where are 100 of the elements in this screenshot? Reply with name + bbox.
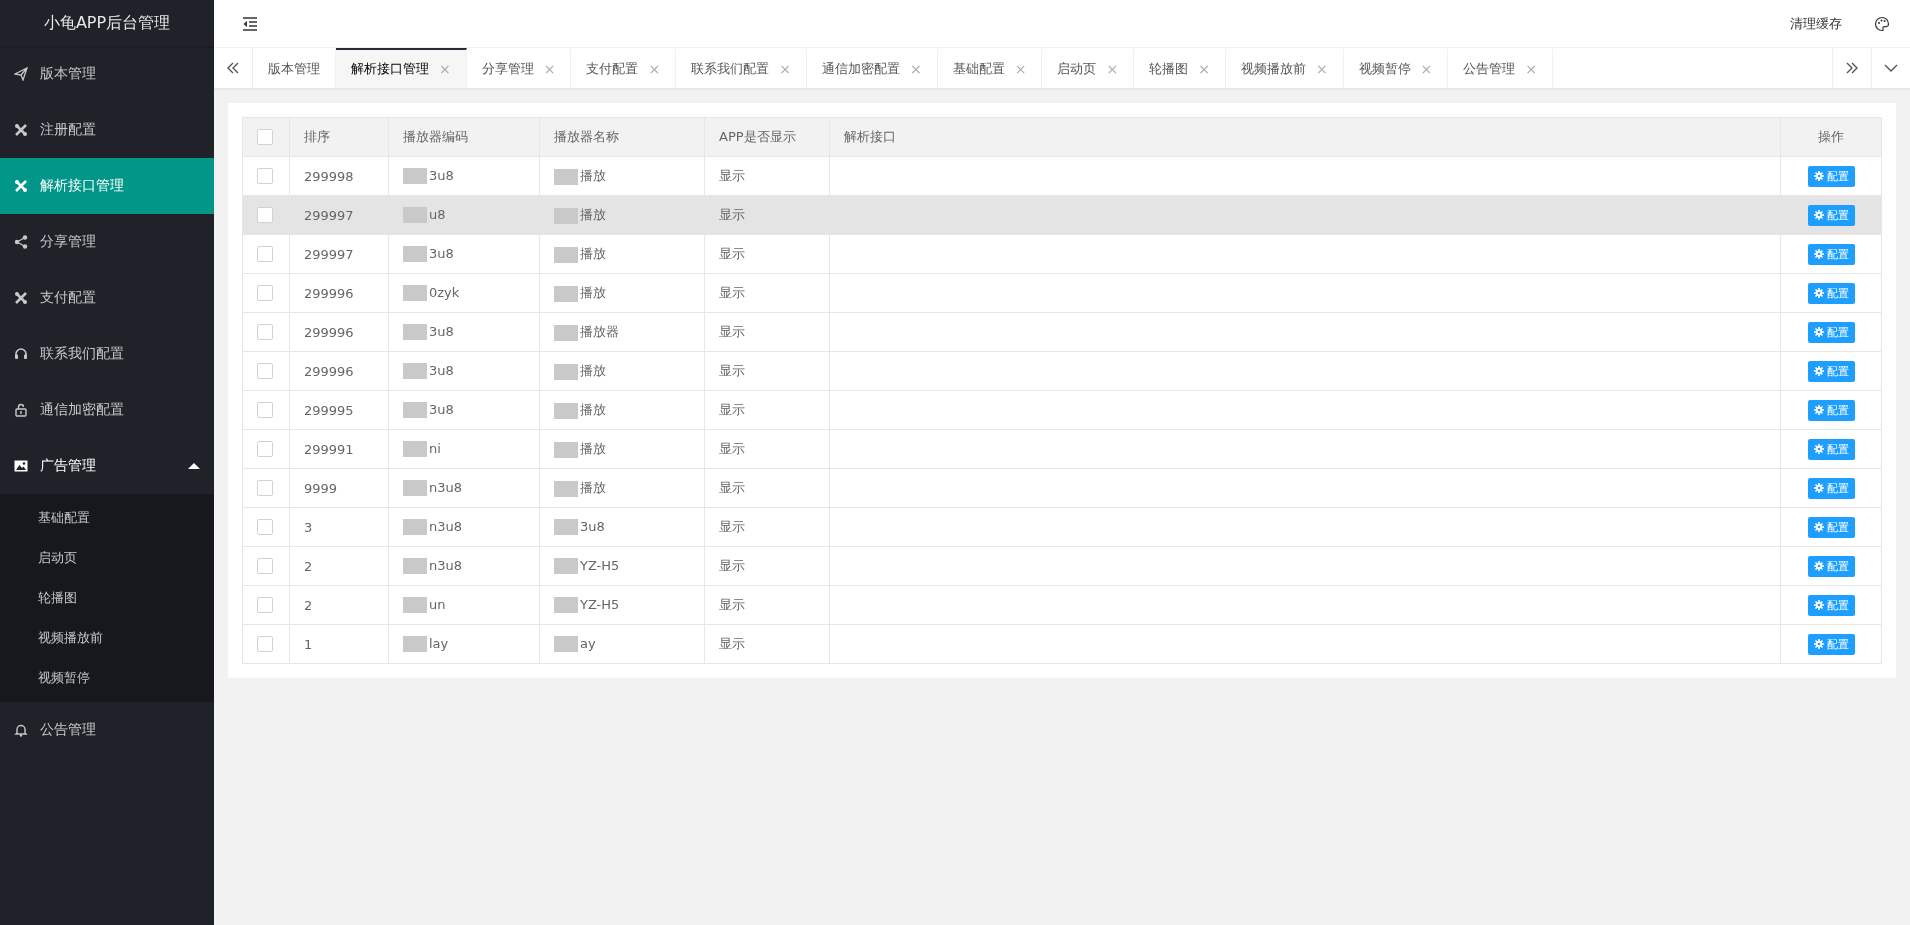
tab[interactable]: 视频播放前 × [1225,48,1344,88]
table-cell: 0zyk [429,284,460,300]
sidebar-item[interactable]: 分享管理 [0,214,214,270]
table-row[interactable]: 2 un YZ-H5 显示 配置 [242,585,1882,625]
double-chevron-left-icon [226,61,240,75]
table-cell: 299996 [289,312,389,352]
table-cell: 299995 [289,390,389,430]
checkbox[interactable] [257,246,273,262]
tab[interactable]: 解析接口管理 × [336,48,467,88]
table-row[interactable]: 3 n3u8 3u8 显示 配置 [242,507,1882,547]
sidebar-item[interactable]: 支付配置 [0,270,214,326]
table-cell: 显示 [704,585,830,625]
table-cell: 播放 [580,207,606,222]
table-cell: 3u8 [429,245,454,261]
sidebar-subitem[interactable]: 启动页 [0,538,214,578]
table-row[interactable]: 299991 ni 播放 显示 配置 [242,429,1882,469]
palette-icon[interactable] [1874,15,1890,32]
sidebar-item[interactable]: 通信加密配置 [0,382,214,438]
redaction-mark [403,480,427,497]
checkbox[interactable] [257,207,273,223]
table-row[interactable]: 299998 3u8 播放 显示 配置 [242,156,1882,196]
sidebar-item[interactable]: 广告管理 [0,438,214,494]
checkbox[interactable] [257,129,273,145]
tab[interactable]: 基础配置 × [937,48,1043,88]
checkbox[interactable] [257,324,273,340]
table-row[interactable]: 299996 3u8 播放器 显示 配置 [242,312,1882,352]
tab[interactable]: 联系我们配置 × [676,48,807,88]
clear-cache-link[interactable]: 清理缓存 [1790,14,1842,33]
gear-icon [1813,444,1824,454]
sidebar-subitem[interactable]: 基础配置 [0,498,214,538]
sidebar-subitem[interactable]: 轮播图 [0,578,214,618]
checkbox[interactable] [257,636,273,652]
table-cell: 2 [289,585,389,625]
table-cell: 播放 [580,363,606,378]
tab[interactable]: 分享管理 × [466,48,572,88]
table-cell: ay [580,635,596,651]
sidebar-subitem[interactable]: 视频暂停 [0,658,214,698]
table-cell: 2 [289,546,389,586]
sidebar-item[interactable]: 联系我们配置 [0,326,214,382]
checkbox[interactable] [257,519,273,535]
tab[interactable]: 视频暂停 × [1343,48,1449,88]
column-header: 解析接口 [829,117,1781,157]
sidebar-item[interactable]: 解析接口管理 [0,158,214,214]
gear-icon [1813,522,1824,532]
tab[interactable]: 轮播图 × [1134,48,1226,88]
menu-icon[interactable] [242,16,258,31]
checkbox[interactable] [257,597,273,613]
gear-icon [1813,483,1824,493]
table-cell: 299996 [289,273,389,313]
table-cell: un [429,596,446,612]
tools-icon [14,123,28,137]
redaction-mark [554,285,578,302]
checkbox[interactable] [257,558,273,574]
checkbox[interactable] [257,402,273,418]
table-cell: 播放 [580,441,606,456]
tab[interactable]: 公告管理 × [1448,48,1554,88]
checkbox[interactable] [257,480,273,496]
checkbox[interactable] [257,168,273,184]
redaction-mark [403,402,427,419]
gear-icon [1813,561,1824,571]
redaction-mark [403,324,427,341]
table-cell: 299997 [289,234,389,274]
redaction-mark [403,363,427,380]
bell-icon [14,723,28,737]
redaction-mark [403,246,427,263]
sidebar-item[interactable]: 版本管理 [0,46,214,102]
table-row[interactable]: 1 lay ay 显示 配置 [242,624,1882,664]
table-row[interactable]: 299996 0zyk 播放 显示 配置 [242,273,1882,313]
table-row[interactable]: 299997 3u8 播放 显示 配置 [242,234,1882,274]
redaction-mark [403,597,427,614]
table-row[interactable]: 9999 n3u8 播放 显示 配置 [242,468,1882,508]
redaction-mark [403,519,427,536]
redaction-mark [554,441,578,458]
gear-icon [1813,171,1824,181]
sidebar-item[interactable]: 公告管理 [0,702,214,758]
table-cell: 显示 [704,468,830,508]
table-row[interactable]: 299995 3u8 播放 显示 配置 [242,390,1882,430]
table-row[interactable]: 2 n3u8 YZ-H5 显示 配置 [242,546,1882,586]
gear-icon [1813,405,1824,415]
redaction-mark [554,207,578,224]
checkbox[interactable] [257,285,273,301]
send-icon [14,67,28,81]
table-row[interactable]: 299996 3u8 播放 显示 配置 [242,351,1882,391]
table-cell: 299991 [289,429,389,469]
app-title: 小龟APP后台管理 [0,0,214,46]
column-header: 播放器编码 [388,117,540,157]
sidebar-item[interactable]: 注册配置 [0,102,214,158]
tab[interactable]: 支付配置 × [571,48,677,88]
checkbox[interactable] [257,363,273,379]
tab[interactable]: 通信加密配置 × [806,48,938,88]
tab[interactable]: 启动页 × [1042,48,1135,88]
checkbox[interactable] [257,441,273,457]
gear-icon [1813,639,1824,649]
sidebar-subitem[interactable]: 视频播放前 [0,618,214,658]
redaction-mark [554,558,578,575]
table-row[interactable]: 299997 u8 播放 显示 配置 [242,195,1882,235]
table-cell: 显示 [704,624,830,664]
redaction-mark [554,519,578,536]
table-cell: 显示 [704,546,830,586]
table-cell: 3u8 [429,401,454,417]
